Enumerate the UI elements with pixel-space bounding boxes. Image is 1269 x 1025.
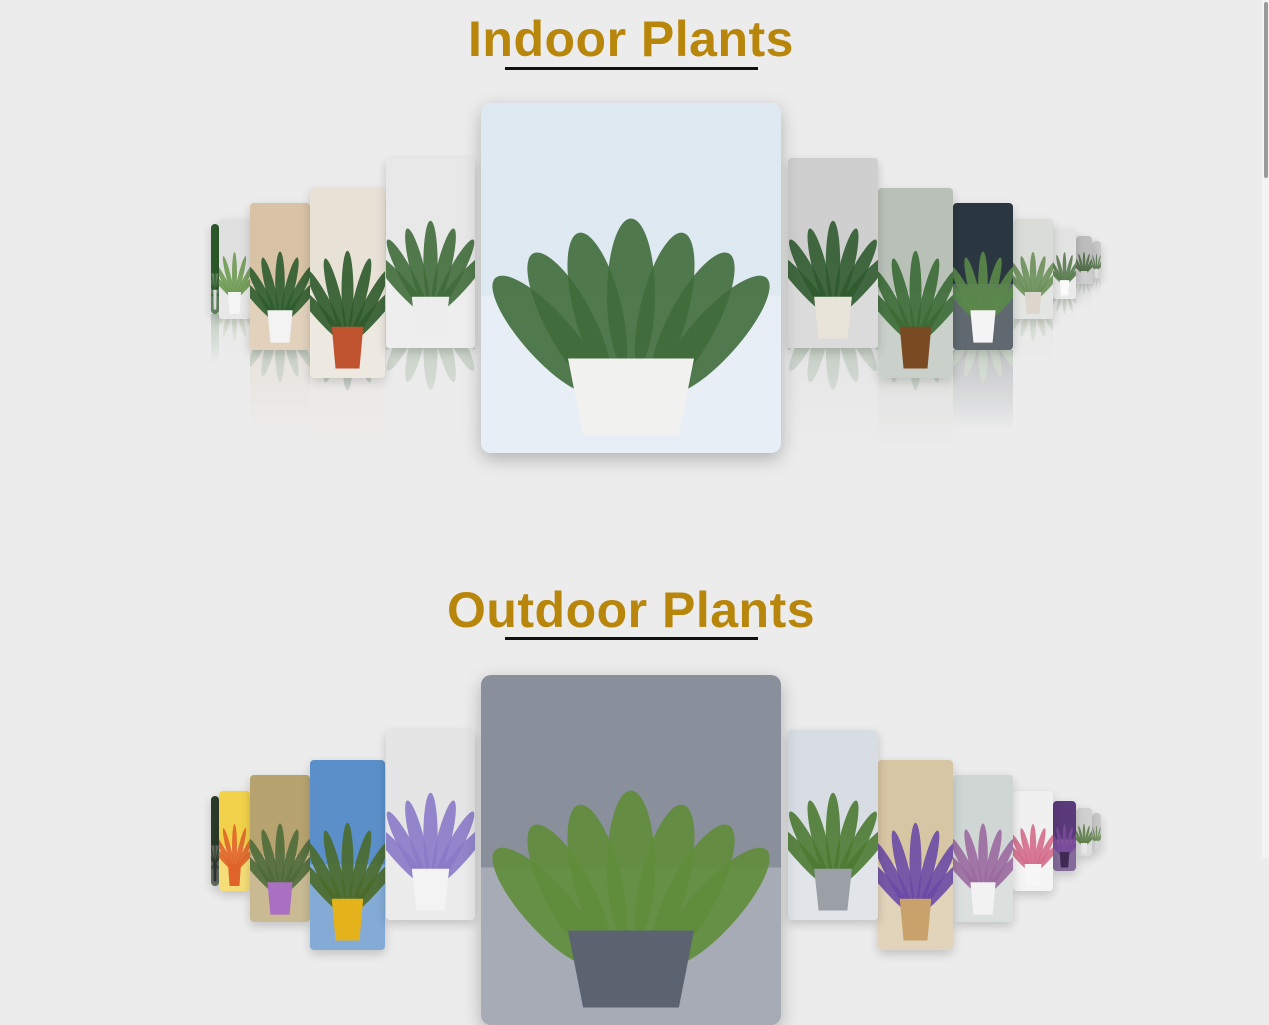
scrollbar-thumb[interactable] (1264, 2, 1268, 178)
carousel-slide[interactable] (1013, 791, 1053, 891)
slide-image (788, 730, 878, 920)
slide-image (878, 760, 953, 950)
slide-image (310, 760, 385, 950)
coverflow-outdoor (0, 0, 1262, 858)
carousel-slide[interactable] (211, 796, 219, 886)
slide-image (1076, 808, 1092, 856)
carousel-slide[interactable] (1076, 808, 1092, 856)
carousel-slide-active[interactable] (481, 675, 781, 1025)
carousel-slide[interactable] (878, 760, 953, 950)
slide-image (219, 791, 250, 891)
carousel-slide[interactable] (386, 730, 475, 920)
carousel-slide[interactable] (310, 760, 385, 950)
carousel-slide[interactable] (953, 775, 1013, 922)
slide-image (1013, 791, 1053, 891)
carousel-slide[interactable] (219, 791, 250, 891)
carousel-slide[interactable] (250, 775, 310, 922)
slide-image (953, 775, 1013, 922)
slide-image (386, 730, 475, 920)
slide-image (250, 775, 310, 922)
slide-image (1092, 813, 1101, 851)
slide-image (481, 675, 781, 1025)
slide-image (1053, 801, 1076, 871)
slide-image (211, 796, 219, 886)
carousel-slide[interactable] (788, 730, 878, 920)
carousel-slide[interactable] (1053, 801, 1076, 871)
carousel-slide[interactable] (1092, 813, 1101, 851)
page-scrollbar[interactable] (1262, 0, 1269, 858)
